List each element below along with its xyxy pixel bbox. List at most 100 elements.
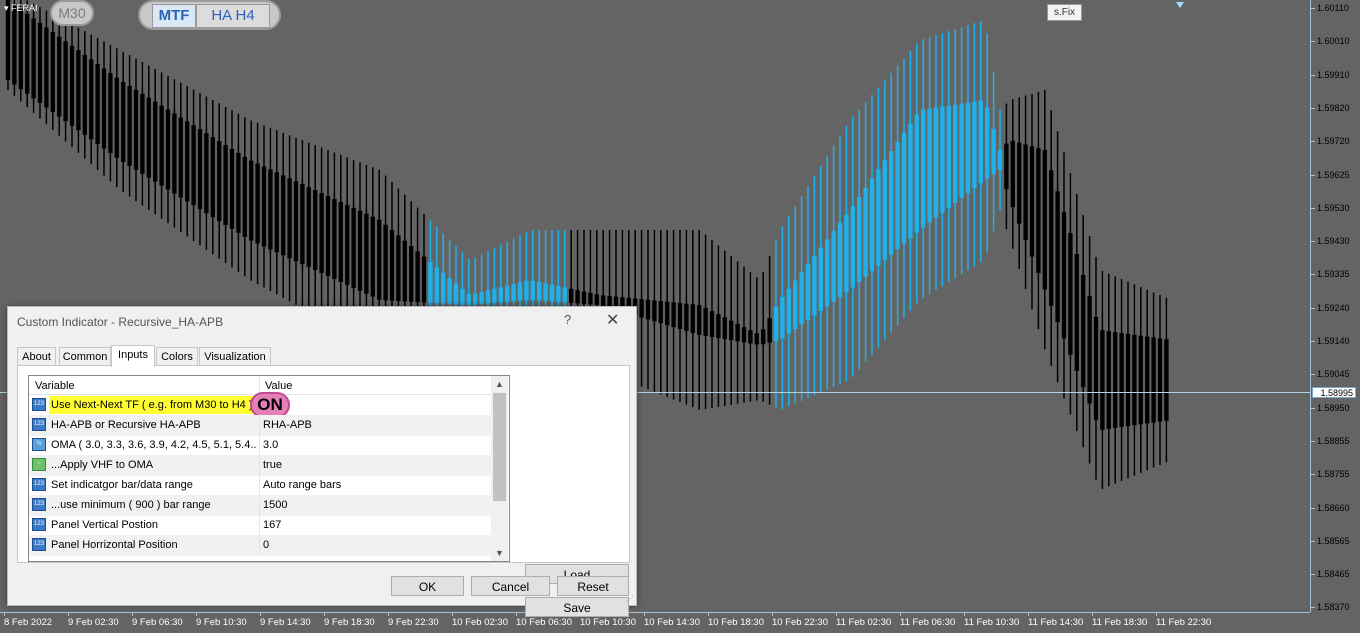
- candle-body: [191, 125, 196, 206]
- scroll-down-icon[interactable]: ▼: [495, 548, 504, 558]
- grid-scrollbar[interactable]: ▲ ▼: [491, 376, 508, 561]
- candle-body: [985, 107, 990, 179]
- variable-column-header[interactable]: Variable: [35, 380, 75, 392]
- candle-body: [479, 292, 484, 305]
- input-value[interactable]: 1500: [263, 499, 287, 511]
- candle-body: [473, 293, 478, 305]
- candle-body: [12, 4, 17, 85]
- candle-body: [786, 288, 791, 334]
- candle-body: [377, 219, 382, 300]
- candle-body: [722, 317, 727, 340]
- cell-divider: [259, 435, 260, 455]
- shift-marker-icon[interactable]: [1176, 2, 1184, 8]
- time-label: 11 Feb 22:30: [1156, 617, 1212, 628]
- candle-body: [325, 196, 331, 276]
- input-row[interactable]: 123 Set indicatgor bar/data range Auto ran…: [29, 475, 491, 496]
- price-label: 1.59140: [1317, 336, 1350, 346]
- candle-body: [89, 59, 94, 140]
- candle-body: [524, 280, 529, 301]
- ha-h4-button[interactable]: HA H4: [196, 4, 270, 28]
- save-button[interactable]: Save: [525, 597, 629, 617]
- input-value[interactable]: 3.0: [263, 439, 278, 451]
- tab-inputs[interactable]: Inputs: [111, 345, 155, 367]
- candle-body: [972, 101, 977, 189]
- candle-body: [1055, 191, 1060, 323]
- candle-body: [338, 201, 343, 282]
- cell-divider: [259, 535, 260, 555]
- timeframe-badge[interactable]: M30: [50, 0, 94, 26]
- price-axis[interactable]: 1.60110 1.60010 1.59910 1.59820 1.59720 1.596…: [1310, 0, 1360, 612]
- input-row[interactable]: 123 Use Next-Next TF ( e.g. from M30 to H…: [29, 392, 491, 418]
- candle-body: [658, 301, 663, 324]
- cancel-button[interactable]: Cancel: [471, 576, 550, 596]
- tab-common[interactable]: Common: [59, 347, 111, 366]
- input-value[interactable]: 0: [263, 539, 269, 551]
- time-label: 10 Feb 14:30: [644, 617, 700, 628]
- tab-visualization[interactable]: Visualization: [199, 347, 271, 366]
- time-tick: [132, 613, 133, 616]
- candle-body: [869, 178, 875, 272]
- candle-body: [383, 224, 388, 301]
- time-tick: [196, 613, 197, 616]
- input-row[interactable]: ~ ...Apply VHF to OMA true: [29, 455, 491, 476]
- price-label: 1.60110: [1317, 3, 1349, 13]
- candle-body: [249, 160, 254, 241]
- ok-button[interactable]: OK: [391, 576, 464, 596]
- reset-button[interactable]: Reset: [557, 576, 629, 596]
- candle-body: [370, 216, 375, 297]
- input-value[interactable]: 167: [263, 519, 281, 531]
- tab-colors[interactable]: Colors: [156, 347, 198, 366]
- tab-about[interactable]: About: [17, 347, 56, 366]
- value-column-header[interactable]: Value: [265, 380, 292, 392]
- candle-body: [1113, 332, 1118, 428]
- candle-body: [466, 294, 471, 305]
- input-value[interactable]: Auto range bars: [263, 479, 341, 491]
- mtf-button[interactable]: MTF: [152, 4, 196, 28]
- candle-body: [44, 27, 49, 108]
- time-axis[interactable]: 8 Feb 2022 9 Feb 02:30 9 Feb 06:30 9 Feb 10…: [0, 612, 1310, 633]
- candle-body: [159, 105, 164, 186]
- scroll-up-icon[interactable]: ▲: [495, 379, 504, 389]
- candle-body: [857, 196, 862, 283]
- input-row[interactable]: 123 Panel Horrizontal Position 0: [29, 535, 491, 556]
- candle-body: [767, 318, 772, 343]
- candle-body: [133, 89, 139, 170]
- help-icon[interactable]: ?: [564, 312, 571, 327]
- time-tick: [708, 613, 709, 616]
- time-label: 10 Feb 10:30: [580, 617, 636, 628]
- input-row[interactable]: 123 Panel Vertical Postion 167: [29, 515, 491, 536]
- candle-body: [530, 280, 535, 301]
- price-label: 1.58855: [1317, 435, 1350, 446]
- cell-divider: [259, 495, 260, 515]
- sfix-button[interactable]: s.Fix: [1047, 4, 1082, 21]
- price-label: 1.59820: [1317, 102, 1350, 113]
- candle-body: [601, 295, 606, 306]
- price-label: 1.58370: [1317, 602, 1350, 613]
- candle-body: [485, 290, 491, 304]
- candle-body: [927, 108, 932, 223]
- input-value[interactable]: true: [263, 459, 282, 471]
- candle-body: [1074, 254, 1079, 371]
- input-row[interactable]: 123 HA-APB or Recursive HA-APB RHA-APB: [29, 415, 491, 436]
- candle-body: [1132, 334, 1137, 426]
- input-value[interactable]: RHA-APB: [263, 419, 312, 431]
- input-row[interactable]: ½ OMA ( 3.0, 3.3, 3.6, 3.9, 4.2, 4.5, 5.1…: [29, 435, 491, 456]
- input-row[interactable]: 123 ...use minimum ( 900 ) bar range 1500: [29, 495, 491, 516]
- price-label: 1.59045: [1317, 369, 1350, 380]
- candle-body: [837, 222, 843, 298]
- price-label: 1.59335: [1317, 269, 1350, 280]
- candle-body: [581, 291, 587, 304]
- symbol-label[interactable]: ▾ FERAI: [4, 3, 38, 14]
- candle-body: [946, 105, 951, 208]
- candle-body: [229, 148, 235, 229]
- scroll-thumb[interactable]: [493, 393, 506, 501]
- time-tick: [964, 613, 965, 616]
- candle-body: [274, 172, 279, 253]
- close-icon[interactable]: ✕: [606, 310, 619, 330]
- candle-body: [460, 288, 465, 305]
- resize-grip-icon[interactable]: ⋰: [626, 594, 634, 603]
- cell-divider: [259, 475, 260, 495]
- int-type-icon: 123: [32, 418, 46, 431]
- candle-body: [57, 36, 62, 117]
- inputs-grid: Variable Value 123 Use Next-Next TF ( e.g…: [28, 375, 510, 562]
